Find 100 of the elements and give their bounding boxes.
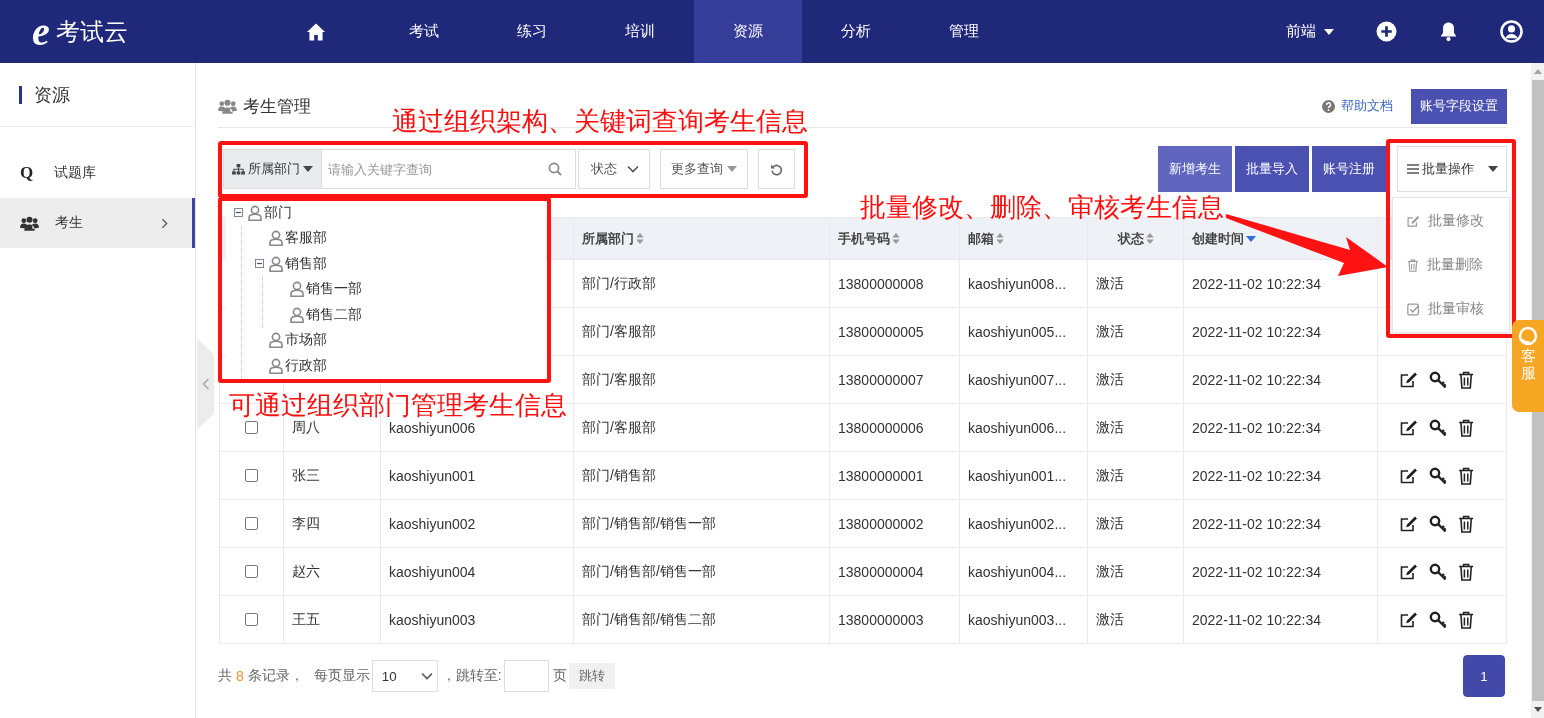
trash-icon[interactable]: [1458, 466, 1475, 485]
table-cell: 部门/销售部/销售一部: [573, 499, 830, 548]
toolbar-button[interactable]: 批量导入: [1235, 146, 1309, 192]
edit-icon[interactable]: [1400, 514, 1418, 533]
tree-node-label[interactable]: 行政部: [285, 356, 327, 375]
department-dropdown[interactable]: 所属部门: [223, 149, 322, 189]
table-cell: 赵六: [283, 547, 381, 596]
chevron-down-icon: [627, 165, 639, 173]
table-cell: 部门/客服部: [573, 403, 830, 452]
menu-item[interactable]: 批量审核: [1393, 287, 1509, 331]
edit-icon[interactable]: [1400, 610, 1418, 629]
table-cell: kaoshiyun002...: [959, 499, 1088, 548]
column-header[interactable]: 所属部门: [573, 217, 830, 260]
sidebar-item[interactable]: Q 试题库: [0, 148, 195, 198]
page-size-select[interactable]: 10: [371, 660, 438, 692]
nav-tab[interactable]: 管理: [910, 0, 1018, 63]
table-cell: 部门/客服部: [573, 307, 830, 356]
collapse-icon[interactable]: [254, 259, 264, 269]
table-cell: 激活: [1087, 259, 1184, 308]
caret-icon: [727, 166, 737, 172]
tree-node-label[interactable]: 市场部: [285, 331, 327, 350]
nav-tab[interactable]: 练习: [478, 0, 586, 63]
key-icon[interactable]: [1429, 562, 1447, 581]
table-cell: 13800000001: [829, 451, 960, 500]
table-cell: 2022-11-02 10:22:34: [1183, 451, 1378, 500]
trash-icon[interactable]: [1458, 418, 1475, 437]
page-size-label: 每页显示: [313, 667, 370, 685]
person-icon: [269, 255, 283, 272]
edit-icon[interactable]: [1400, 370, 1418, 389]
checkbox[interactable]: [245, 421, 258, 434]
table-cell: 13800000002: [829, 499, 960, 548]
edit-icon[interactable]: [1400, 466, 1418, 485]
tree-node-label[interactable]: 销售部: [285, 254, 327, 273]
collapse-icon[interactable]: [233, 208, 243, 218]
refresh-button[interactable]: [758, 149, 795, 189]
table-cell: 王五: [283, 595, 381, 644]
batch-dropdown[interactable]: 批量操作: [1397, 146, 1507, 192]
search-field[interactable]: 请输入关键字查询: [322, 149, 576, 189]
edit-icon[interactable]: [1400, 418, 1418, 437]
chevron-left-icon: [201, 377, 210, 391]
table-cell: kaoshiyun006...: [959, 403, 1088, 452]
trash-icon[interactable]: [1458, 514, 1475, 533]
edit-icon[interactable]: [1400, 562, 1418, 581]
sidebar-item[interactable]: 考生: [0, 198, 195, 248]
nav-tab[interactable]: 考试: [370, 0, 478, 63]
person-icon: [248, 204, 262, 221]
page-title: 考生管理: [243, 95, 311, 118]
trash-icon[interactable]: [1458, 610, 1475, 629]
status-select[interactable]: 状态: [578, 149, 650, 189]
table-cell: 13800000007: [829, 355, 960, 404]
key-icon[interactable]: [1429, 466, 1447, 485]
logo-text: 考试云: [55, 16, 128, 47]
table-cell: 2022-11-02 10:22:34: [1183, 355, 1378, 404]
nav-tab[interactable]: 培训: [586, 0, 694, 63]
tree-node-label[interactable]: 销售二部: [306, 305, 362, 324]
person-icon: [269, 357, 283, 374]
sitemap-icon: [232, 163, 245, 175]
key-icon[interactable]: [1429, 418, 1447, 437]
person-icon: [290, 281, 304, 298]
page-button[interactable]: 1: [1463, 655, 1505, 697]
checkbox[interactable]: [245, 565, 258, 578]
record-count-label: 条记录，: [247, 667, 304, 685]
jump-button[interactable]: 跳转: [568, 663, 615, 689]
trash-icon[interactable]: [1458, 370, 1475, 389]
home-icon: [306, 22, 326, 41]
page-number-field[interactable]: [503, 660, 549, 692]
checkbox[interactable]: [245, 517, 258, 530]
tree-node-label[interactable]: 部门: [264, 203, 292, 222]
help-link[interactable]: 帮助文档: [1341, 97, 1393, 115]
page-unit-label: 页: [552, 667, 567, 685]
more-filters-dropdown[interactable]: 更多查询: [660, 149, 748, 189]
key-icon[interactable]: [1429, 610, 1447, 629]
table-cell: 激活: [1087, 307, 1184, 356]
table-cell: kaoshiyun004: [380, 547, 574, 596]
bell-icon[interactable]: [1439, 21, 1458, 42]
table-cell: 2022-11-02 10:22:34: [1183, 547, 1378, 596]
toolbar-button[interactable]: 账号注册: [1312, 146, 1386, 192]
table-cell: 2022-11-02 10:22:34: [1183, 307, 1378, 356]
key-icon[interactable]: [1429, 370, 1447, 389]
user-icon[interactable]: [1500, 20, 1523, 43]
menu-item[interactable]: 批量修改: [1393, 199, 1509, 243]
checkbox[interactable]: [245, 469, 258, 482]
tree-node-label[interactable]: 销售一部: [306, 280, 362, 299]
help-icon: [1322, 99, 1335, 113]
table-cell: 激活: [1087, 547, 1184, 596]
nav-tab[interactable]: 资源: [694, 0, 802, 63]
table-cell: 2022-11-02 10:22:34: [1183, 595, 1378, 644]
trash-icon[interactable]: [1458, 562, 1475, 581]
key-icon[interactable]: [1429, 514, 1447, 533]
add-icon[interactable]: [1376, 21, 1397, 42]
logo-mark: e: [32, 11, 50, 52]
search-icon[interactable]: [548, 162, 562, 176]
menu-item[interactable]: 批量删除: [1393, 243, 1509, 287]
checkbox[interactable]: [245, 613, 258, 626]
table-cell: kaoshiyun002: [380, 499, 574, 548]
tree-node-label[interactable]: 客服部: [285, 229, 327, 248]
nav-tab[interactable]: 分析: [802, 0, 910, 63]
toolbar-button[interactable]: 新增考生: [1158, 146, 1232, 192]
user-menu[interactable]: 前端: [1286, 22, 1334, 41]
settings-button[interactable]: 账号字段设置: [1411, 88, 1507, 124]
